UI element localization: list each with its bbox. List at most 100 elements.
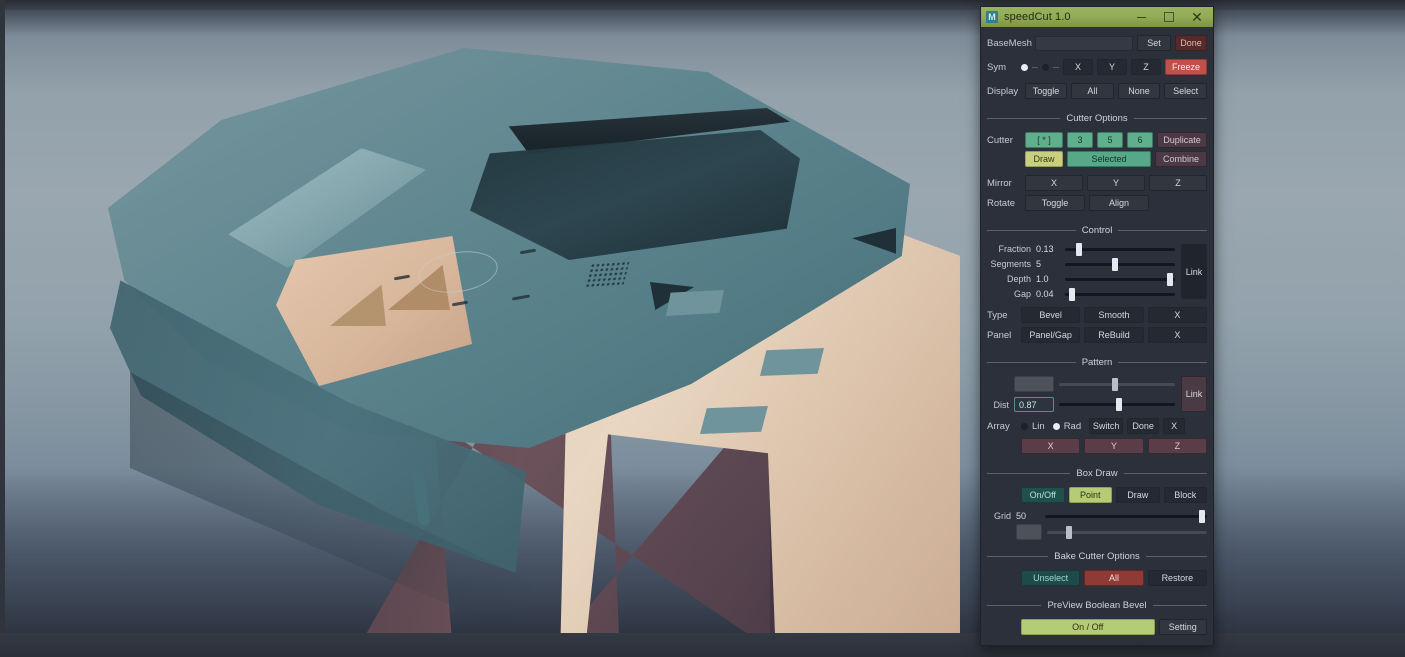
basemesh-done-button[interactable]: Done (1175, 35, 1207, 51)
panel-x-button[interactable]: X (1147, 327, 1207, 343)
type-bevel-button[interactable]: Bevel (1021, 307, 1081, 323)
slider-segments-row: Segments 5 (987, 257, 1175, 271)
rotate-toggle-button[interactable]: Toggle (1025, 195, 1085, 211)
display-toggle-button[interactable]: Toggle (1025, 83, 1067, 99)
maximize-icon[interactable] (1155, 7, 1183, 27)
preview-section-header: PreView Boolean Bevel (987, 600, 1207, 611)
array-rad-radio[interactable] (1052, 422, 1060, 430)
array-x-button[interactable]: X (1163, 418, 1186, 434)
sym-z-button[interactable]: Z (1131, 59, 1161, 75)
basemesh-row: BaseMesh Set Done (987, 35, 1207, 51)
array-lin-label[interactable]: Lin (1032, 421, 1045, 432)
display-none-button[interactable]: None (1117, 83, 1161, 99)
divider-right (1118, 362, 1208, 363)
control-section-header: Control (987, 225, 1207, 236)
slider-segments-track[interactable] (1065, 257, 1175, 271)
array-done-button[interactable]: Done (1127, 418, 1160, 434)
control-link-button[interactable]: Link (1181, 244, 1207, 299)
sym-y-button[interactable]: Y (1097, 59, 1127, 75)
pattern-top-track[interactable] (1059, 377, 1175, 391)
cutter-3-button[interactable]: 3 (1067, 132, 1093, 148)
mirror-row: Mirror X Y Z (987, 175, 1207, 191)
slider-depth-handle[interactable] (1166, 272, 1173, 286)
preview-onoff-button[interactable]: On / Off (1021, 619, 1155, 635)
slider-segments-handle[interactable] (1111, 257, 1118, 271)
panel-gap-button[interactable]: Panel/Gap (1021, 327, 1081, 343)
panel-rebuild-button[interactable]: ReBuild (1084, 327, 1144, 343)
cutter-draw-button[interactable]: Draw (1025, 151, 1063, 167)
mirror-z-button[interactable]: Z (1149, 175, 1207, 191)
bake-row: Unselect All Restore (987, 570, 1207, 586)
panel-label: Panel (987, 329, 1012, 341)
slider-fraction-label: Fraction (998, 244, 1031, 254)
sym-dash-1 (1032, 66, 1038, 68)
mirror-x-button[interactable]: X (1025, 175, 1083, 191)
model-slot-2 (760, 348, 824, 376)
panel-row: Panel Panel/Gap ReBuild X (987, 327, 1207, 343)
slider-gap-track[interactable] (1065, 287, 1175, 301)
grid-handle[interactable] (1199, 509, 1206, 523)
pattern-top-row (987, 376, 1175, 392)
array-axis-z-button[interactable]: Z (1147, 438, 1207, 454)
display-select-button[interactable]: Select (1164, 83, 1208, 99)
type-x-button[interactable]: X (1147, 307, 1207, 323)
type-smooth-button[interactable]: Smooth (1084, 307, 1144, 323)
dist-input[interactable]: 0.87 (1014, 397, 1054, 412)
slider-segments-value: 5 (1036, 259, 1042, 269)
cutter-6-button[interactable]: 6 (1127, 132, 1153, 148)
cutter-selected-button[interactable]: Selected (1067, 151, 1151, 167)
array-switch-button[interactable]: Switch (1089, 418, 1124, 434)
sym-x-button[interactable]: X (1063, 59, 1093, 75)
slider-depth-track[interactable] (1065, 272, 1175, 286)
bake-unselect-button[interactable]: Unselect (1021, 570, 1081, 586)
box-draw-draw-button[interactable]: Draw (1116, 487, 1160, 503)
mirror-y-button[interactable]: Y (1087, 175, 1145, 191)
grid-row: Grid 50 (987, 509, 1207, 523)
display-all-button[interactable]: All (1071, 83, 1114, 99)
pattern-link-button[interactable]: Link (1181, 376, 1207, 412)
dist-track[interactable] (1059, 398, 1175, 411)
cutter-combine-button[interactable]: Combine (1155, 151, 1207, 167)
cutter-row-top: Cutter [ * ] 3 5 6 Duplicate (987, 132, 1207, 148)
cutter-5-button[interactable]: 5 (1097, 132, 1123, 148)
box-draw-point-button[interactable]: Point (1068, 487, 1112, 503)
grid-sub-handle[interactable] (1066, 525, 1073, 539)
rotate-align-button[interactable]: Align (1089, 195, 1149, 211)
pattern-top-handle[interactable] (1111, 377, 1118, 391)
window-title: speedCut 1.0 (1004, 11, 1071, 23)
slider-fraction-track[interactable] (1065, 242, 1175, 256)
type-row: Type Bevel Smooth X (987, 307, 1207, 323)
basemesh-set-button[interactable]: Set (1137, 35, 1171, 51)
preview-setting-button[interactable]: Setting (1158, 619, 1207, 635)
array-label: Array (987, 420, 1010, 432)
window-titlebar[interactable]: M speedCut 1.0 ✕ (981, 7, 1213, 27)
sym-freeze-button[interactable]: Freeze (1165, 59, 1207, 75)
basemesh-input[interactable] (1035, 35, 1133, 51)
minimize-icon[interactable] (1127, 7, 1155, 27)
array-axis-x-button[interactable]: X (1021, 438, 1081, 454)
pattern-section-header: Pattern (987, 357, 1208, 368)
grid-sub-track[interactable] (1047, 525, 1207, 539)
sym-radio-2[interactable] (1042, 63, 1049, 71)
slider-fraction-handle[interactable] (1076, 242, 1083, 256)
grid-sub-row (987, 524, 1207, 540)
array-axis-y-button[interactable]: Y (1084, 438, 1144, 454)
array-rad-label[interactable]: Rad (1064, 421, 1081, 432)
panel-body: BaseMesh Set Done Sym X Y Z Freeze Displ… (981, 27, 1213, 645)
cutter-star-button[interactable]: [ * ] (1025, 132, 1063, 148)
sym-radio-1[interactable] (1021, 63, 1028, 71)
viewport-left-edge (0, 0, 5, 657)
bake-restore-button[interactable]: Restore (1147, 570, 1207, 586)
slider-gap-handle[interactable] (1068, 287, 1075, 301)
close-icon[interactable]: ✕ (1183, 7, 1211, 27)
divider-left (987, 362, 1076, 363)
grid-track[interactable] (1045, 509, 1207, 523)
cutter-duplicate-button[interactable]: Duplicate (1157, 132, 1207, 148)
box-draw-block-button[interactable]: Block (1163, 487, 1207, 503)
dist-handle[interactable] (1116, 398, 1123, 411)
bake-all-button[interactable]: All (1084, 570, 1144, 586)
mirror-label: Mirror (987, 177, 1012, 189)
box-draw-onoff-button[interactable]: On/Off (1021, 487, 1065, 503)
screen: M speedCut 1.0 ✕ BaseMesh Set Done Sym X… (0, 0, 1405, 657)
array-lin-radio[interactable] (1021, 422, 1028, 430)
